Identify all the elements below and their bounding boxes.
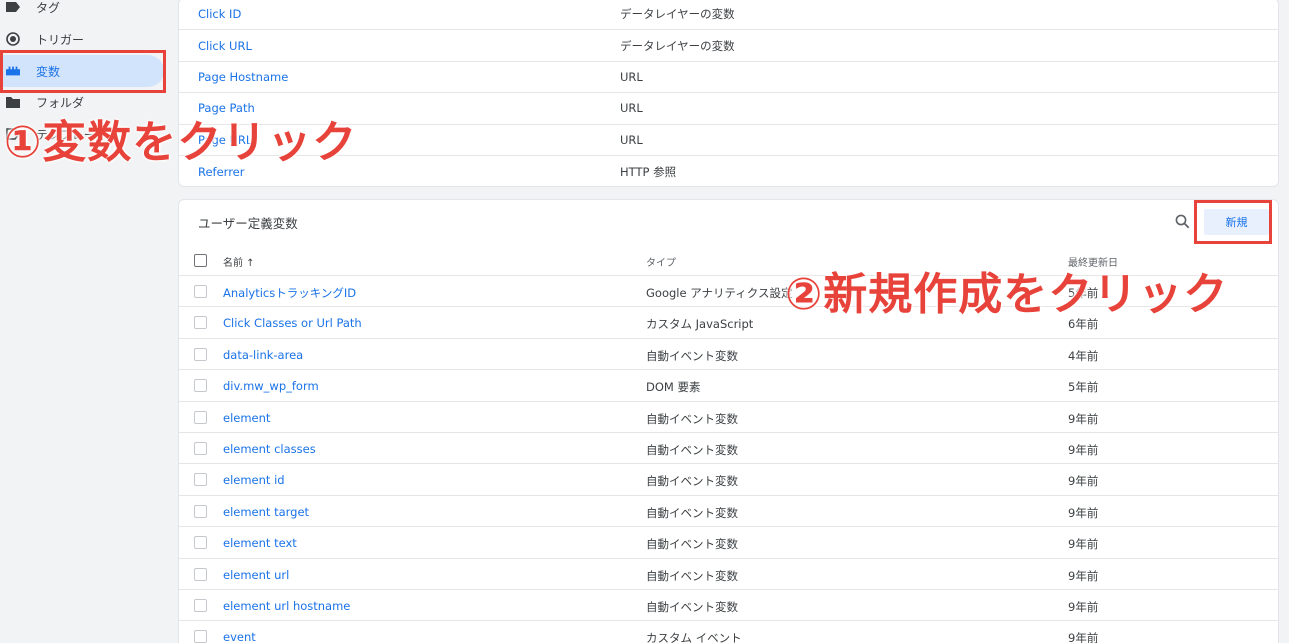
row-checkbox[interactable] [194,599,207,612]
variable-type: カスタム イベント [646,631,742,643]
variable-name[interactable]: Click URL [198,39,252,53]
row-checkbox[interactable] [194,473,207,487]
variable-updated: 9年前 [1068,568,1099,583]
search-icon[interactable] [1175,214,1190,233]
row-checkbox[interactable] [194,536,207,550]
tag-icon [6,0,20,14]
annotation-step2: ②新規作成をクリック [785,269,1229,320]
card-title: ユーザー定義変数 [198,216,298,231]
table-row[interactable]: Click ID データレイヤーの変数 [179,0,1278,31]
table-row[interactable]: Click URL データレイヤーの変数 [179,30,1278,62]
sidebar-item-label: トリガー [36,32,85,47]
table-row[interactable]: Page Hostname URL [179,62,1278,94]
variable-updated: 9年前 [1068,443,1099,457]
row-checkbox[interactable] [194,567,207,581]
variable-updated: 9年前 [1068,537,1099,552]
sidebar-item-label: タグ [36,0,61,15]
variable-name[interactable]: element [223,411,270,425]
variable-type: 自動イベント変数 [646,411,738,426]
row-checkbox[interactable] [194,316,207,330]
column-type-header[interactable]: タイプ [646,254,676,269]
variable-type: URL [620,132,643,147]
annotation-step1: ①変数をクリック [4,117,358,168]
table-row[interactable]: element target 自動イベント変数 9年前 [179,496,1278,528]
row-checkbox[interactable] [194,630,207,643]
table-row[interactable]: element 自動イベント変数 9年前 [179,402,1278,433]
variable-type: DOM 要素 [646,380,701,395]
table-row[interactable]: element url hostname 自動イベント変数 9年前 [179,590,1278,622]
variable-updated: 9年前 [1068,474,1099,489]
select-all-checkbox[interactable] [194,254,207,267]
highlight-variables-box [0,50,166,93]
variable-type: Google アナリティクス設定 [646,286,793,300]
variable-name[interactable]: event [223,630,256,643]
table-row[interactable]: data-link-area 自動イベント変数 4年前 [179,339,1278,371]
table-row[interactable]: event カスタム イベント 9年前 [179,621,1278,643]
variable-name[interactable]: element url [223,568,289,582]
row-checkbox[interactable] [194,442,207,455]
variable-updated: 9年前 [1068,631,1099,643]
variable-name[interactable]: element classes [223,442,316,456]
variable-name[interactable]: div.mw_wp_form [223,379,319,393]
variable-name[interactable]: element target [223,505,309,519]
variable-name[interactable]: element id [223,473,285,487]
variable-name[interactable]: Page Hostname [198,70,288,84]
row-checkbox[interactable] [194,410,207,424]
row-checkbox[interactable] [194,379,207,393]
row-checkbox[interactable] [194,347,207,361]
variable-name[interactable]: Click ID [198,7,241,21]
variable-type: URL [620,101,643,116]
variable-name[interactable]: element url hostname [223,599,350,613]
highlight-new-button-box [1194,200,1272,244]
sidebar-item-tags[interactable]: タグ [0,0,164,23]
variable-type: データレイヤーの変数 [620,7,735,22]
column-name-header[interactable]: 名前 ↑ [223,254,255,269]
variable-name[interactable]: element text [223,536,297,550]
variable-updated: 9年前 [1068,600,1099,614]
table-row[interactable]: element url 自動イベント変数 9年前 [179,559,1278,590]
variable-type: データレイヤーの変数 [620,38,735,53]
variable-type: 自動イベント変数 [646,443,738,457]
variable-type: カスタム JavaScript [646,317,754,332]
variable-type: 自動イベント変数 [646,568,738,583]
row-checkbox[interactable] [194,285,207,298]
table-row[interactable]: element text 自動イベント変数 9年前 [179,527,1278,559]
sidebar: タグ トリガー 変数 フォルダ テンプレート [0,0,170,643]
variable-name[interactable]: Click Classes or Url Path [223,316,362,330]
variable-type: URL [620,69,643,84]
variable-name[interactable]: data-link-area [223,348,303,362]
variable-name[interactable]: Analyticsトラッキング​ID [223,285,356,301]
variable-updated: 9年前 [1068,411,1099,426]
variable-updated: 9年前 [1068,505,1099,520]
variable-type: 自動イベント変数 [646,505,738,520]
variable-type: 自動イベント変数 [646,474,738,489]
table-row[interactable]: element classes 自動イベント変数 9年前 [179,433,1278,465]
row-checkbox[interactable] [194,504,207,518]
variable-type: 自動イベント変数 [646,348,738,363]
variable-type: 自動イベント変数 [646,600,738,614]
table-row[interactable]: element id 自動イベント変数 9年前 [179,464,1278,496]
variable-type: HTTP 参照 [620,164,677,179]
variable-updated: 4年前 [1068,348,1099,363]
table-row[interactable]: div.mw_wp_form DOM 要素 5年前 [179,370,1278,402]
variable-type: 自動イベント変数 [646,537,738,552]
trigger-icon [6,32,20,46]
variable-updated: 5年前 [1068,380,1099,395]
